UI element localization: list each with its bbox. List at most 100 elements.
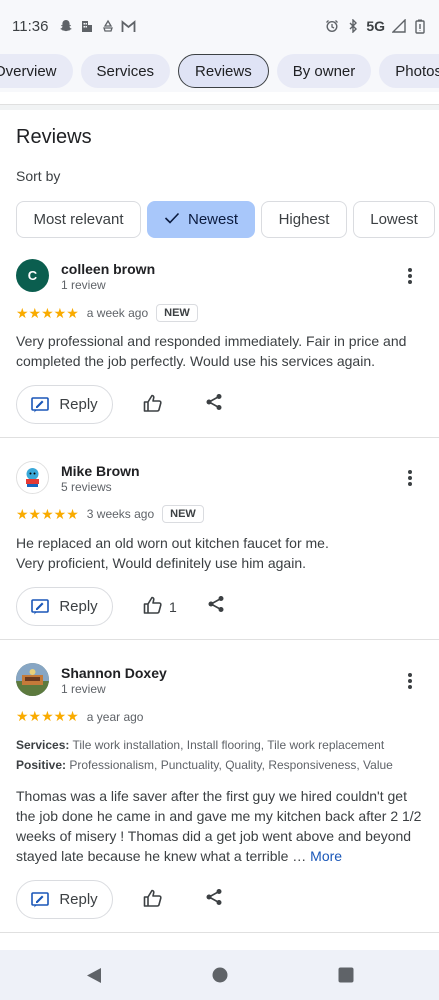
more-options-icon[interactable] bbox=[402, 266, 418, 286]
review-actions: Reply 1 bbox=[16, 587, 225, 626]
snapchat-icon bbox=[58, 19, 73, 34]
share-button[interactable] bbox=[205, 393, 223, 416]
reply-icon bbox=[31, 598, 50, 615]
like-button[interactable]: 1 bbox=[143, 596, 177, 617]
sort-label: Sort by bbox=[16, 168, 61, 184]
positive-value: Professionalism, Punctuality, Quality, R… bbox=[69, 758, 393, 772]
avatar[interactable]: C bbox=[16, 259, 49, 292]
positive-label: Positive: bbox=[16, 758, 67, 772]
system-nav-bar bbox=[0, 950, 439, 1000]
review-divider bbox=[0, 932, 439, 933]
status-right: 5G bbox=[324, 18, 427, 34]
thumbs-up-icon bbox=[143, 394, 163, 415]
reply-button[interactable]: Reply bbox=[16, 385, 113, 424]
services-line: Services: Tile work installation, Instal… bbox=[16, 738, 384, 752]
tab-photos[interactable]: Photos bbox=[379, 54, 439, 88]
rating-row: ★★★★★ 3 weeks ago NEW bbox=[16, 505, 204, 523]
review-date: a year ago bbox=[86, 709, 144, 724]
review-actions: Reply bbox=[16, 880, 223, 919]
reviewer-name[interactable]: Shannon Doxey bbox=[61, 665, 167, 681]
sort-chips: Most relevant Newest Highest Lowest bbox=[16, 201, 435, 238]
star-rating: ★★★★★ bbox=[16, 304, 79, 321]
chip-label: Highest bbox=[278, 211, 330, 228]
rating-row: ★★★★★ a year ago bbox=[16, 708, 143, 725]
services-value: Tile work installation, Install flooring… bbox=[72, 738, 385, 752]
avatar[interactable] bbox=[16, 461, 49, 494]
sort-chip-most-relevant[interactable]: Most relevant bbox=[16, 201, 141, 238]
like-button[interactable] bbox=[143, 889, 169, 910]
network-type: 5G bbox=[366, 18, 385, 34]
star-rating: ★★★★★ bbox=[16, 708, 79, 724]
reply-label: Reply bbox=[59, 396, 98, 413]
alarm-icon bbox=[324, 19, 339, 34]
reply-button[interactable]: Reply bbox=[16, 880, 113, 919]
review-date: a week ago bbox=[86, 306, 149, 320]
section-divider bbox=[0, 104, 439, 110]
review-text: Very professional and responded immediat… bbox=[16, 333, 407, 369]
sort-chip-newest[interactable]: Newest bbox=[147, 201, 255, 238]
gmail-icon bbox=[121, 19, 136, 34]
avatar-letter: C bbox=[27, 268, 38, 283]
share-button[interactable] bbox=[207, 595, 225, 618]
review-text: Thomas was a life saver after the first … bbox=[16, 786, 426, 866]
share-icon bbox=[205, 393, 223, 416]
thumbs-up-icon bbox=[143, 596, 163, 617]
chip-label: Newest bbox=[187, 211, 239, 228]
review-date: 3 weeks ago bbox=[86, 507, 155, 521]
chip-label: Most relevant bbox=[33, 211, 124, 228]
review-divider bbox=[0, 437, 439, 438]
signal-icon bbox=[391, 19, 406, 34]
star-rating: ★★★★★ bbox=[16, 505, 79, 522]
reviewer-review-count: 5 reviews bbox=[61, 480, 112, 494]
reply-label: Reply bbox=[59, 598, 98, 615]
tab-overview[interactable]: Overview bbox=[0, 54, 73, 88]
services-label: Services: bbox=[16, 738, 70, 752]
reviewer-review-count: 1 review bbox=[61, 278, 106, 292]
review-actions: Reply bbox=[16, 385, 223, 424]
positive-line: Positive: Professionalism, Punctuality, … bbox=[16, 758, 393, 772]
tab-reviews[interactable]: Reviews bbox=[178, 54, 269, 88]
section-title: Reviews bbox=[16, 126, 92, 148]
share-icon bbox=[205, 888, 223, 911]
more-options-icon[interactable] bbox=[402, 671, 418, 691]
reviewer-review-count: 1 review bbox=[61, 682, 106, 696]
like-button[interactable] bbox=[143, 394, 169, 415]
share-icon bbox=[207, 595, 225, 618]
reply-button[interactable]: Reply bbox=[16, 587, 113, 626]
sort-chip-lowest[interactable]: Lowest bbox=[353, 201, 435, 238]
reply-label: Reply bbox=[59, 891, 98, 908]
more-link[interactable]: More bbox=[310, 848, 342, 864]
tab-by-owner[interactable]: By owner bbox=[276, 54, 372, 88]
share-button[interactable] bbox=[205, 888, 223, 911]
tab-strip: Overview Services Reviews By owner Photo… bbox=[0, 52, 439, 92]
review-divider bbox=[0, 639, 439, 640]
sort-chip-highest[interactable]: Highest bbox=[261, 201, 347, 238]
building-icon bbox=[79, 19, 94, 34]
new-badge: NEW bbox=[156, 304, 198, 322]
recents-icon[interactable] bbox=[338, 967, 354, 983]
home-icon[interactable] bbox=[212, 967, 228, 983]
like-count: 1 bbox=[169, 598, 177, 615]
new-badge: NEW bbox=[162, 505, 204, 523]
avatar-image bbox=[16, 663, 49, 696]
bluetooth-icon bbox=[345, 19, 360, 34]
avatar-image bbox=[17, 462, 48, 493]
status-time: 11:36 bbox=[12, 17, 49, 35]
recycle-icon bbox=[100, 19, 115, 34]
reply-icon bbox=[31, 396, 50, 413]
thumbs-up-icon bbox=[143, 889, 163, 910]
tab-row: Overview Services Reviews By owner Photo… bbox=[0, 54, 439, 88]
reply-icon bbox=[31, 891, 50, 908]
review-text: He replaced an old worn out kitchen fauc… bbox=[16, 535, 329, 571]
avatar[interactable] bbox=[16, 663, 49, 696]
reviewer-name[interactable]: colleen brown bbox=[61, 261, 155, 277]
back-icon[interactable] bbox=[86, 967, 102, 984]
reviewer-name[interactable]: Mike Brown bbox=[61, 463, 140, 479]
rating-row: ★★★★★ a week ago NEW bbox=[16, 304, 198, 322]
tab-services[interactable]: Services bbox=[80, 54, 171, 88]
check-icon bbox=[164, 211, 180, 228]
more-options-icon[interactable] bbox=[402, 468, 418, 488]
chip-label: Lowest bbox=[370, 211, 418, 228]
review-text-body: Thomas was a life saver after the first … bbox=[16, 788, 422, 864]
notification-icons bbox=[58, 19, 136, 34]
